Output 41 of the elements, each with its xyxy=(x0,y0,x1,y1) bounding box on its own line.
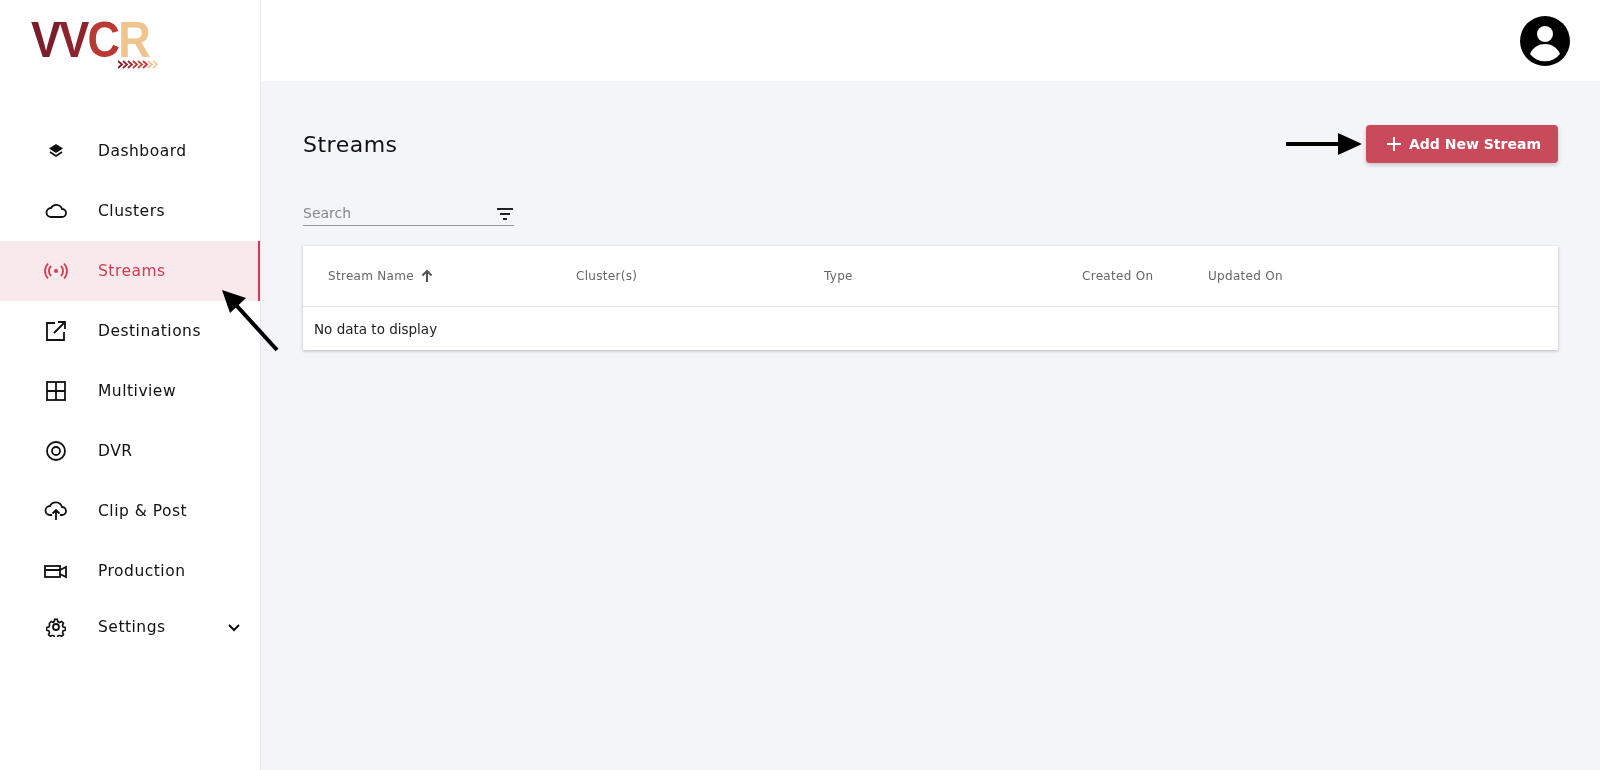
user-avatar-icon[interactable] xyxy=(1520,15,1570,66)
layers-icon xyxy=(48,143,64,159)
sidebar-item[interactable]: Streams xyxy=(0,241,260,301)
sidebar-item[interactable]: Clusters xyxy=(0,181,260,241)
page-title: Streams xyxy=(303,131,398,157)
sidebar-item-label: Dashboard xyxy=(98,142,188,160)
settings-icon xyxy=(46,617,66,637)
column-header[interactable]: Type xyxy=(824,269,853,283)
logo-text: VVCR xyxy=(31,20,149,60)
target-icon xyxy=(45,440,67,462)
sidebar-item[interactable]: Multiview xyxy=(0,361,260,421)
filter-icon[interactable] xyxy=(496,207,514,221)
cloud-icon xyxy=(45,203,67,219)
sidebar-item[interactable]: Clip & Post xyxy=(0,481,260,541)
sidebar-item-label: Destinations xyxy=(98,322,203,340)
column-header[interactable]: Updated On xyxy=(1208,269,1283,283)
search-field[interactable]: Search xyxy=(303,205,496,221)
sidebar-item[interactable]: Destinations xyxy=(0,301,260,361)
sidebar-item-label: DVR xyxy=(98,442,134,460)
plus-icon xyxy=(1386,136,1402,152)
sidebar-item[interactable]: Settings xyxy=(0,601,260,653)
cloud-upload-icon xyxy=(44,500,68,522)
add-stream-button[interactable]: Add New Stream xyxy=(1366,125,1558,163)
sidebar-item-label: Clip & Post xyxy=(98,502,189,520)
sidebar-item-label: Streams xyxy=(98,262,167,280)
empty-message: No data to display xyxy=(313,320,439,339)
column-header[interactable]: Cluster(s) xyxy=(576,269,638,283)
broadcast-icon xyxy=(44,262,68,280)
sidebar-item-label: Production xyxy=(98,562,187,580)
video-camera-icon xyxy=(44,562,68,580)
grid-icon xyxy=(45,380,67,402)
sidebar-item-label: Clusters xyxy=(98,202,167,220)
sidebar-item[interactable]: Production xyxy=(0,541,260,601)
column-header[interactable]: Stream Name xyxy=(328,269,414,283)
pointer-arrow xyxy=(222,290,279,352)
sidebar-item-label: Multiview xyxy=(98,382,178,400)
external-link-icon xyxy=(45,320,67,342)
sidebar-item[interactable]: DVR xyxy=(0,421,260,481)
sidebar-item[interactable]: Dashboard xyxy=(0,121,260,181)
sidebar-item-label: Settings xyxy=(98,618,167,636)
column-header[interactable]: Created On xyxy=(1082,269,1154,283)
